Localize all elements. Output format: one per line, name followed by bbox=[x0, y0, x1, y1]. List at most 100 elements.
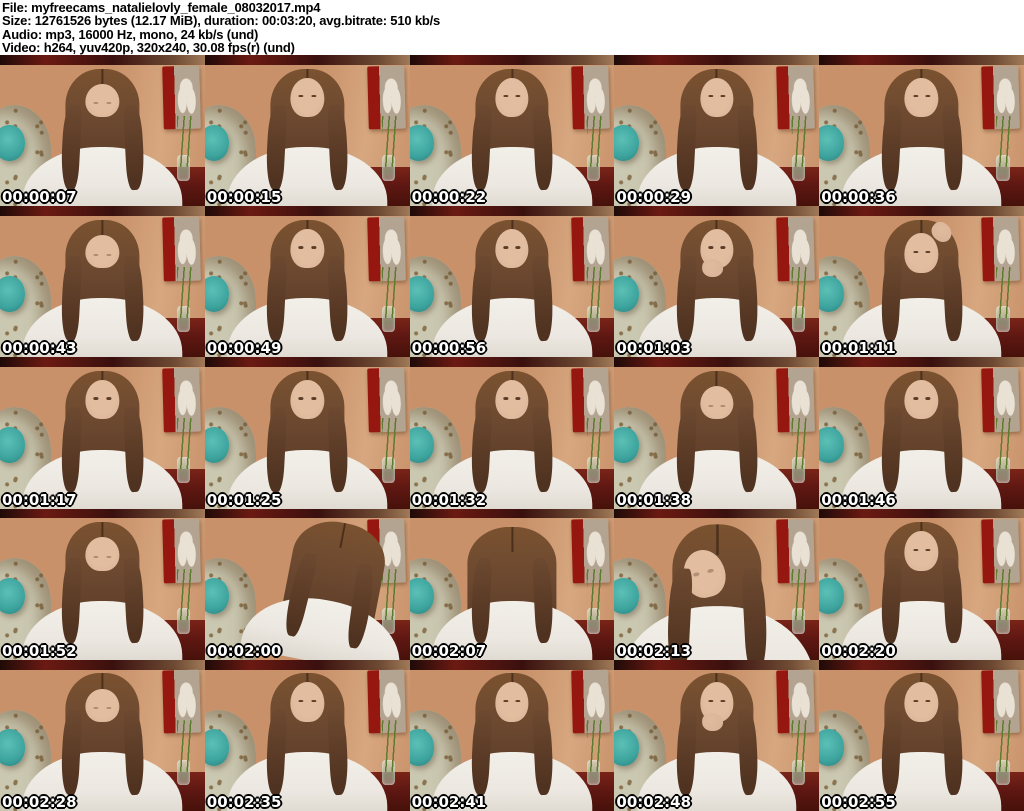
video-thumbnail: 00:02:00 bbox=[204, 508, 410, 660]
person-figure bbox=[227, 211, 388, 358]
timestamp-label: 00:00:15 bbox=[206, 188, 282, 207]
video-thumbnail: 00:02:55 bbox=[819, 659, 1024, 811]
video-frame: 00:02:48 bbox=[614, 659, 820, 811]
person-figure bbox=[432, 211, 592, 358]
video-thumbnail: 00:01:17 bbox=[0, 357, 205, 509]
person-figure bbox=[841, 664, 1002, 811]
video-frame: 00:01:38 bbox=[614, 357, 820, 509]
video-frame: 00:01:03 bbox=[614, 206, 820, 358]
video-thumbnail: 00:00:36 bbox=[819, 55, 1024, 207]
teal-pillow bbox=[0, 275, 25, 313]
person-figure bbox=[636, 664, 797, 811]
video-thumbnail: 00:01:46 bbox=[819, 357, 1024, 509]
teal-pillow bbox=[819, 124, 844, 161]
video-thumbnail: 00:00:29 bbox=[614, 55, 820, 207]
face bbox=[85, 688, 120, 722]
timestamp-label: 00:02:28 bbox=[2, 792, 77, 811]
person-figure bbox=[227, 60, 388, 207]
face bbox=[85, 234, 120, 269]
face bbox=[904, 682, 939, 722]
video-frame: 00:01:11 bbox=[819, 206, 1024, 358]
video-thumbnail: 00:02:20 bbox=[819, 508, 1024, 660]
timestamp-label: 00:00:36 bbox=[821, 188, 896, 207]
person-figure bbox=[22, 211, 183, 358]
timestamp-label: 00:00:56 bbox=[411, 339, 487, 358]
timestamp-label: 00:00:07 bbox=[2, 188, 77, 207]
video-frame: 00:01:32 bbox=[409, 357, 615, 509]
timestamp-label: 00:02:48 bbox=[616, 792, 692, 811]
face bbox=[904, 531, 939, 571]
person-figure bbox=[841, 60, 1002, 207]
person-figure bbox=[636, 362, 797, 509]
timestamp-label: 00:01:46 bbox=[821, 490, 896, 509]
person-figure bbox=[841, 513, 1002, 660]
face bbox=[85, 380, 120, 420]
video-frame: 00:00:49 bbox=[204, 206, 410, 358]
video-frame: 00:00:36 bbox=[819, 55, 1024, 207]
hair-strand-right bbox=[327, 406, 350, 493]
hair-strand-right bbox=[327, 104, 350, 190]
hair-strand-right bbox=[327, 255, 350, 342]
video-thumbnail: 00:02:13 bbox=[614, 508, 820, 660]
face bbox=[700, 386, 734, 420]
person-figure bbox=[22, 664, 183, 811]
audio-info-line: Audio: mp3, 16000 Hz, mono, 24 kb/s (und… bbox=[2, 26, 259, 42]
timestamp-label: 00:02:35 bbox=[206, 792, 282, 811]
hair-strand-right bbox=[532, 709, 555, 795]
face bbox=[290, 228, 324, 269]
video-frame: 00:02:35 bbox=[204, 659, 410, 811]
video-contact-sheet: File: myfreecams_natalielovly_female_080… bbox=[0, 0, 1024, 811]
timestamp-label: 00:01:17 bbox=[2, 490, 77, 509]
face bbox=[904, 77, 939, 117]
video-thumbnail: 00:00:49 bbox=[204, 206, 410, 358]
video-thumbnail: 00:01:11 bbox=[819, 206, 1024, 358]
face bbox=[290, 682, 324, 722]
hand bbox=[702, 712, 724, 731]
video-frame: 00:02:20 bbox=[819, 508, 1024, 660]
face bbox=[85, 83, 120, 117]
video-thumbnail: 00:00:15 bbox=[204, 55, 410, 207]
face bbox=[495, 77, 529, 117]
timestamp-label: 00:00:43 bbox=[2, 339, 77, 358]
video-frame: 00:01:52 bbox=[0, 508, 205, 660]
video-info-line: Video: h264, yuv420p, 320x240, 30.08 fps… bbox=[2, 40, 295, 56]
video-frame: 00:02:07 bbox=[409, 508, 615, 660]
video-frame: 00:02:13 bbox=[614, 508, 820, 660]
person-figure bbox=[22, 513, 183, 660]
hand bbox=[702, 259, 724, 278]
video-thumbnail: 00:02:28 bbox=[0, 659, 205, 811]
video-frame: 00:02:00 bbox=[204, 508, 410, 660]
timestamp-label: 00:01:25 bbox=[206, 490, 282, 509]
timestamp-label: 00:00:29 bbox=[616, 188, 692, 207]
timestamp-label: 00:02:00 bbox=[206, 641, 282, 660]
face bbox=[85, 537, 120, 571]
hair-strand-right bbox=[327, 709, 350, 795]
video-frame: 00:01:46 bbox=[819, 357, 1024, 509]
person-figure bbox=[636, 60, 797, 207]
hair-strand-right bbox=[532, 406, 555, 493]
person-figure bbox=[22, 362, 183, 509]
hair-strand-right bbox=[532, 255, 555, 342]
video-thumbnail: 00:01:25 bbox=[204, 357, 410, 509]
person-figure bbox=[432, 513, 592, 660]
person-figure bbox=[841, 362, 1002, 509]
video-frame: 00:01:25 bbox=[204, 357, 410, 509]
timestamp-label: 00:00:22 bbox=[411, 188, 487, 207]
timestamp-label: 00:02:13 bbox=[616, 641, 692, 660]
video-frame: 00:00:43 bbox=[0, 206, 205, 358]
timestamp-label: 00:01:03 bbox=[616, 339, 692, 358]
teal-pillow bbox=[819, 729, 844, 766]
timestamp-label: 00:00:49 bbox=[206, 339, 282, 358]
face bbox=[495, 228, 529, 269]
video-frame: 00:00:07 bbox=[0, 55, 205, 207]
video-thumbnail: 00:00:56 bbox=[409, 206, 615, 358]
face bbox=[495, 682, 529, 722]
file-size-line: Size: 12761526 bytes (12.17 MiB), durati… bbox=[2, 13, 441, 29]
video-frame: 00:01:17 bbox=[0, 357, 205, 509]
person-figure bbox=[432, 362, 592, 509]
video-frame: 00:00:29 bbox=[614, 55, 820, 207]
video-thumbnail: 00:01:32 bbox=[409, 357, 615, 509]
video-frame: 00:02:41 bbox=[409, 659, 615, 811]
person-figure bbox=[22, 60, 183, 207]
timestamp-label: 00:01:38 bbox=[616, 490, 692, 509]
